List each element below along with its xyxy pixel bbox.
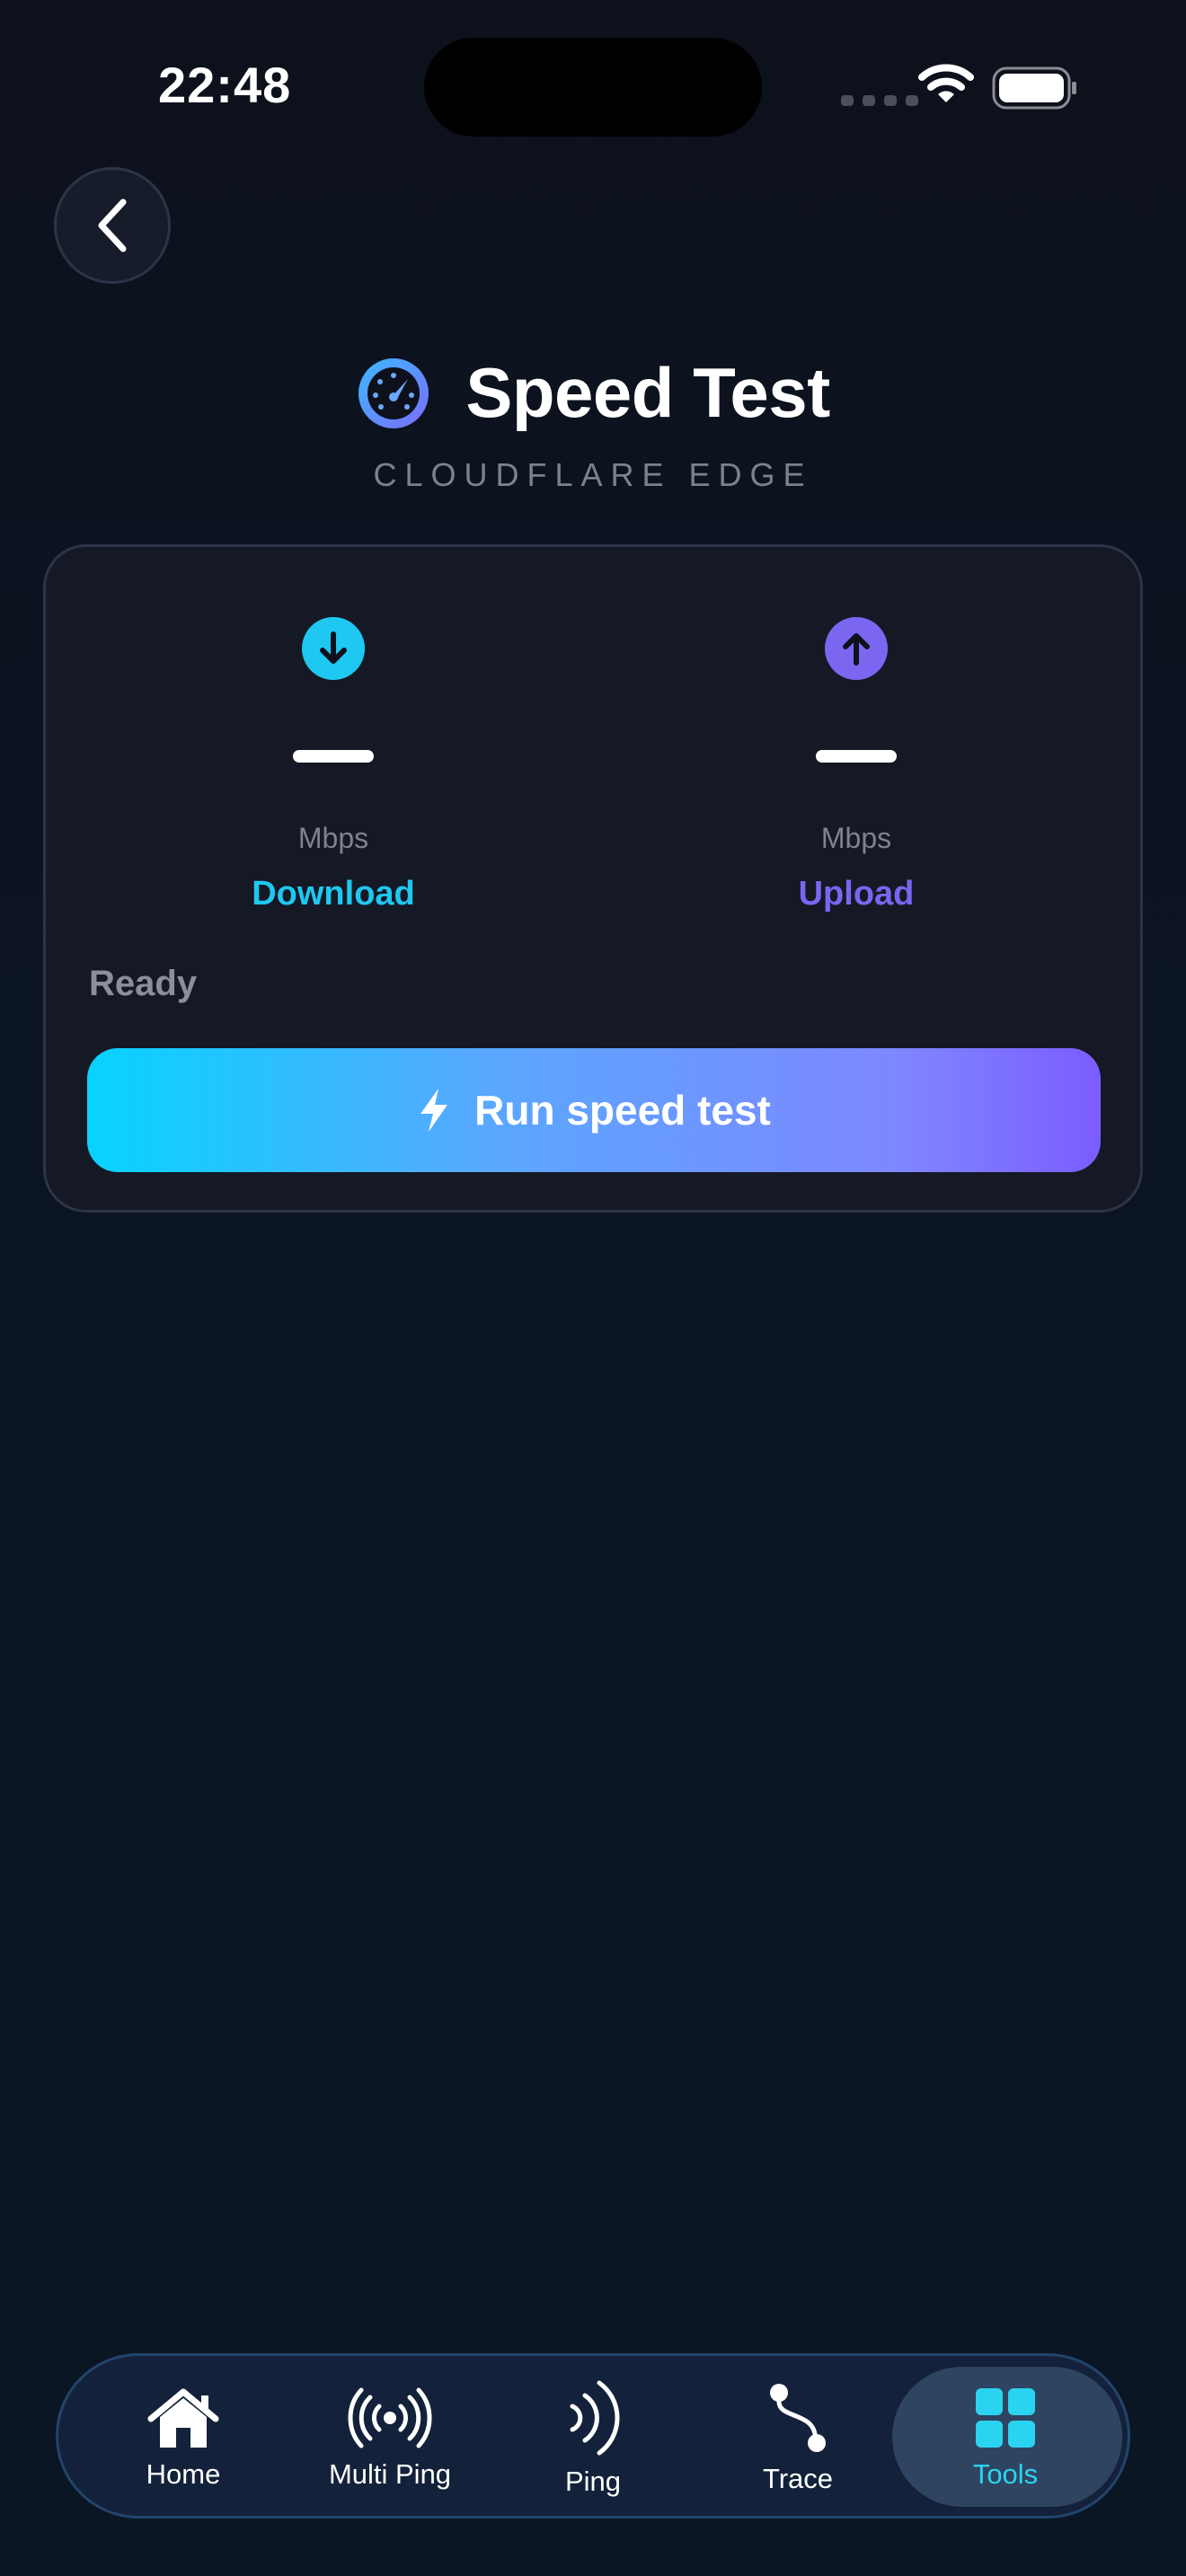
tab-multi-ping[interactable]: Multi Ping — [287, 2356, 493, 2521]
upload-metric: Mbps Upload — [721, 617, 991, 913]
tab-home-label: Home — [146, 2458, 221, 2490]
cellular-signal-icon — [841, 95, 918, 106]
page-subtitle: CLOUDFLARE EDGE — [373, 456, 813, 493]
speedometer-icon — [358, 357, 429, 428]
download-metric: Mbps Download — [199, 617, 468, 913]
dynamic-island — [424, 38, 762, 137]
chevron-left-icon — [98, 198, 127, 252]
test-status: Ready — [89, 964, 198, 1003]
status-time: 22:48 — [158, 57, 292, 113]
page-header: Speed Test — [0, 352, 1186, 434]
download-value-placeholder — [293, 750, 374, 763]
tab-ping[interactable]: Ping — [490, 2356, 696, 2521]
back-button[interactable] — [54, 167, 171, 284]
route-icon — [770, 2384, 826, 2452]
wifi-icon — [918, 64, 974, 102]
wave-signal-icon — [570, 2380, 620, 2456]
antenna-broadcast-icon — [348, 2387, 432, 2448]
download-unit: Mbps — [297, 822, 369, 854]
tab-multi-ping-label: Multi Ping — [328, 2458, 452, 2490]
bolt-icon — [420, 1089, 448, 1132]
tab-trace[interactable]: Trace — [695, 2356, 901, 2521]
battery-icon — [992, 66, 1076, 110]
upload-label: Upload — [798, 875, 915, 913]
tab-ping-label: Ping — [564, 2466, 622, 2497]
house-icon — [147, 2388, 219, 2448]
upload-unit: Mbps — [820, 822, 892, 854]
speed-test-card: Mbps Download Mbps Upload Ready Run spee… — [43, 544, 1143, 1213]
run-speed-test-button[interactable]: Run speed test — [87, 1048, 1101, 1172]
tab-trace-label: Trace — [762, 2463, 834, 2494]
upload-value-placeholder — [816, 750, 897, 763]
page-title: Speed Test — [465, 353, 830, 432]
tab-tools[interactable]: Tools — [902, 2356, 1109, 2521]
tab-home[interactable]: Home — [80, 2356, 287, 2521]
run-speed-test-label: Run speed test — [474, 1087, 771, 1134]
arrow-up-circle-icon — [825, 617, 888, 680]
tab-tools-label: Tools — [972, 2458, 1039, 2490]
grid-icon — [976, 2388, 1035, 2448]
download-label: Download — [252, 875, 415, 913]
tab-bar: Home Multi Ping Ping Trace Tools — [56, 2353, 1130, 2519]
arrow-down-circle-icon — [302, 617, 365, 680]
